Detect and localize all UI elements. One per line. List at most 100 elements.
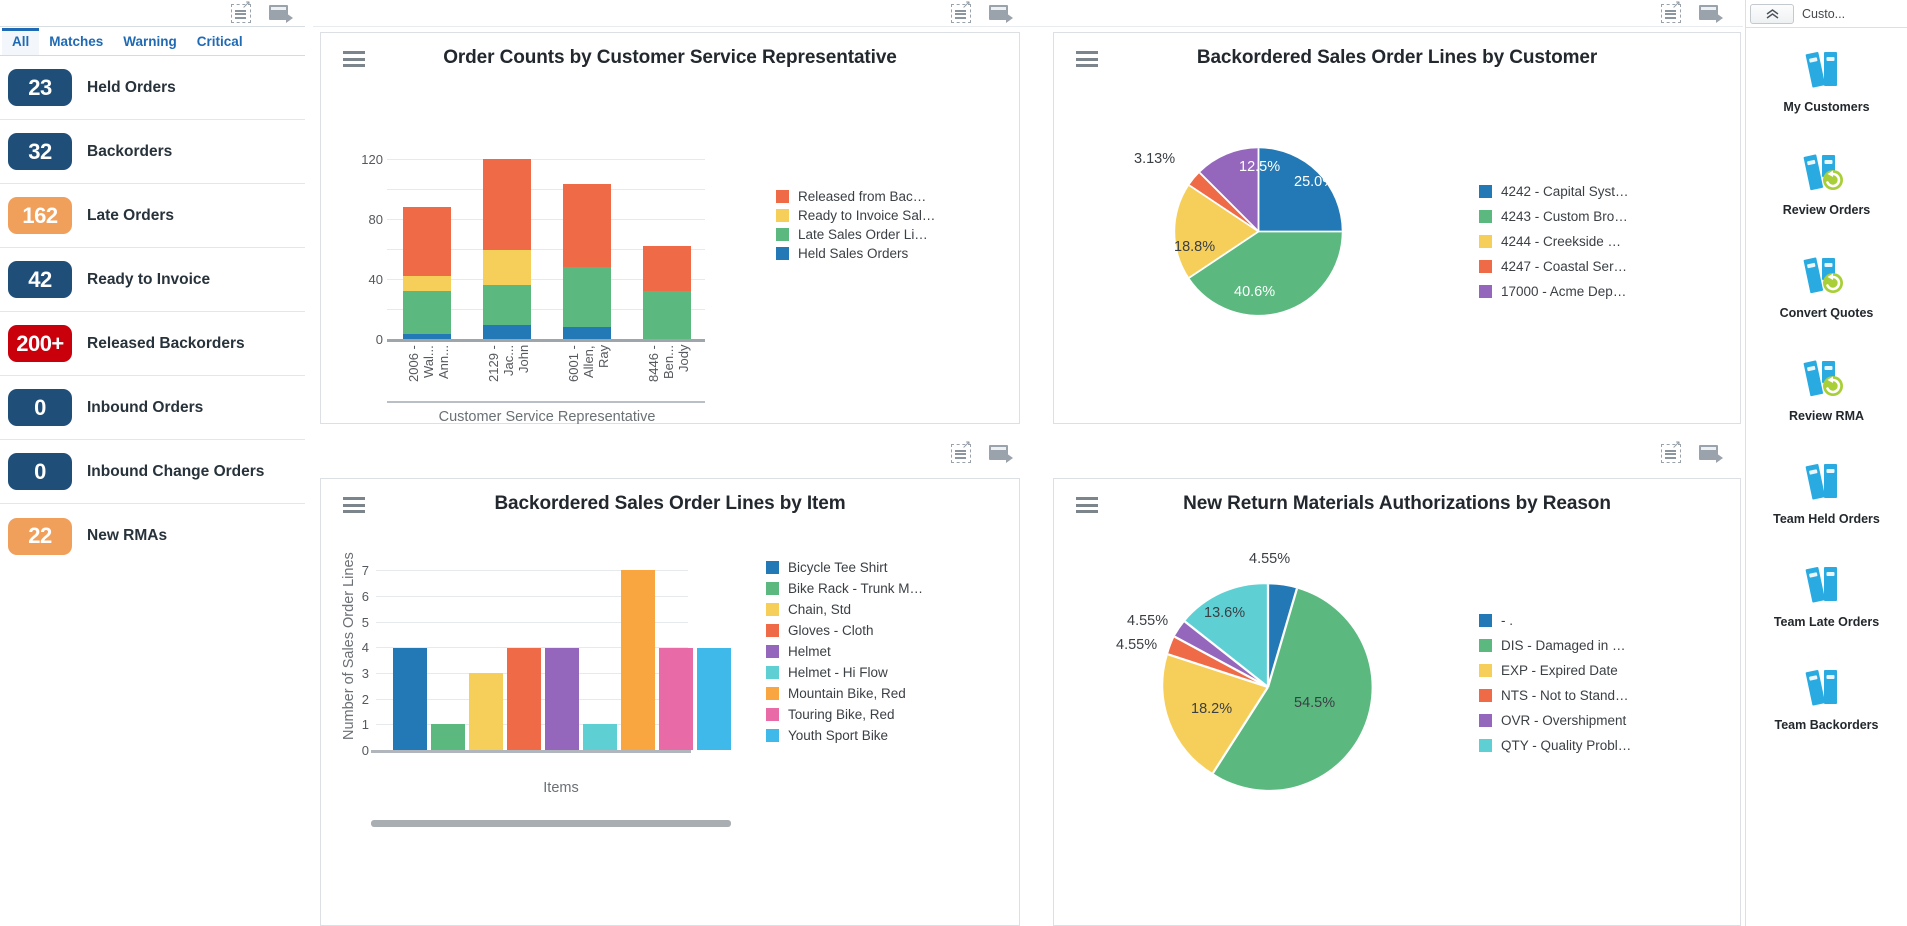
bar-helmet[interactable] [545, 648, 579, 750]
tab-warning[interactable]: Warning [113, 29, 187, 55]
legend-label: Mountain Bike, Red [788, 686, 906, 701]
bar-bike-rack-trunk[interactable] [431, 724, 465, 750]
legend-item[interactable]: NTS - Not to Stand… [1479, 688, 1631, 703]
pie-svg [1163, 584, 1372, 790]
rail-item-team-backorders[interactable]: Team Backorders [1746, 656, 1907, 759]
expand-grid-icon[interactable] [1661, 440, 1683, 464]
menu-icon[interactable] [1076, 51, 1098, 67]
legend-item[interactable]: Helmet [766, 644, 923, 659]
kpi-item-inbound-change-orders[interactable]: 0 Inbound Change Orders [0, 440, 305, 504]
legend-label: EXP - Expired Date [1501, 663, 1618, 678]
tab-matches[interactable]: Matches [39, 29, 113, 55]
rail-item-team-late-orders[interactable]: Team Late Orders [1746, 553, 1907, 656]
legend-swatch [1479, 210, 1492, 223]
legend-swatch [776, 209, 789, 222]
legend-item[interactable]: Helmet - Hi Flow [766, 665, 923, 680]
kpi-item-ready-to-invoice[interactable]: 42 Ready to Invoice [0, 248, 305, 312]
open-in-window-icon[interactable] [989, 444, 1013, 463]
bar-youth-sport-bike[interactable] [697, 648, 731, 750]
bar-8446[interactable] [643, 246, 691, 339]
chart-title: Backordered Sales Order Lines by Custome… [1196, 47, 1598, 68]
legend-label: 4243 - Custom Bro… [1501, 209, 1628, 224]
status-badge: 22 [8, 517, 72, 555]
bar-2129[interactable] [483, 159, 531, 339]
menu-icon[interactable] [343, 51, 365, 67]
books-icon [1801, 664, 1853, 710]
open-in-window-icon[interactable] [1699, 444, 1723, 463]
legend-item[interactable]: Youth Sport Bike [766, 728, 923, 743]
y-tick-label: 5 [361, 615, 369, 630]
legend-item[interactable]: Bike Rack - Trunk M… [766, 581, 923, 596]
expand-grid-icon[interactable] [231, 0, 253, 24]
legend-item[interactable]: Chain, Std [766, 602, 923, 617]
rail-item-review-orders[interactable]: Review Orders [1746, 141, 1907, 244]
bar-2006[interactable] [403, 207, 451, 339]
legend-swatch [766, 687, 779, 700]
legend-item[interactable]: - . [1479, 613, 1631, 628]
legend-item[interactable]: Late Sales Order Li… [776, 227, 935, 242]
legend-item[interactable]: Released from Bac… [776, 189, 935, 204]
legend-item[interactable]: Touring Bike, Red [766, 707, 923, 722]
legend-item[interactable]: Bicycle Tee Shirt [766, 560, 923, 575]
kpi-item-inbound-orders[interactable]: 0 Inbound Orders [0, 376, 305, 440]
kpi-item-held-orders[interactable]: 23 Held Orders [0, 56, 305, 120]
pie-chart[interactable] [1154, 573, 1382, 801]
expand-grid-icon[interactable] [951, 440, 973, 464]
legend-swatch [766, 624, 779, 637]
kpi-item-new-rmas[interactable]: 22 New RMAs [0, 504, 305, 568]
bar-6001[interactable] [563, 184, 611, 339]
tab-all[interactable]: All [2, 28, 40, 55]
kpi-item-late-orders[interactable]: 162 Late Orders [0, 184, 305, 248]
tab-critical[interactable]: Critical [187, 29, 253, 55]
chart3-toolbar [880, 440, 1025, 467]
y-tick-label: 40 [368, 272, 383, 287]
legend-item[interactable]: 4242 - Capital Syst… [1479, 184, 1629, 199]
legend-label: Chain, Std [788, 602, 852, 617]
rail-item-review-rma[interactable]: Review RMA [1746, 347, 1907, 450]
legend-item[interactable]: 4247 - Coastal Ser… [1479, 259, 1629, 274]
kpi-item-label: Released Backorders [87, 334, 245, 352]
bar-touring-bike-red[interactable] [659, 648, 693, 750]
menu-icon[interactable] [343, 497, 365, 513]
open-in-window-icon[interactable] [1699, 4, 1723, 23]
y-tick-label: 2 [361, 692, 369, 707]
legend-swatch [1479, 614, 1492, 627]
legend-item[interactable]: QTY - Quality Probl… [1479, 738, 1631, 753]
rail-item-convert-quotes[interactable]: Convert Quotes [1746, 244, 1907, 347]
collapse-rail-button[interactable] [1750, 3, 1794, 24]
legend-item[interactable]: Mountain Bike, Red [766, 686, 923, 701]
legend-item[interactable]: EXP - Expired Date [1479, 663, 1631, 678]
open-in-window-icon[interactable] [989, 4, 1013, 23]
legend-item[interactable]: DIS - Damaged in … [1479, 638, 1631, 653]
pie-slice-label: 25.0% [1294, 174, 1336, 190]
rail-item-label: Team Held Orders [1773, 512, 1880, 526]
legend-item[interactable]: OVR - Overshipment [1479, 713, 1631, 728]
pie-slice-label: 4.55% [1116, 637, 1158, 653]
bar-bicycle-tee-shirt[interactable] [393, 648, 427, 750]
rail-item-my-customers[interactable]: My Customers [1746, 38, 1907, 141]
x-axis-line [387, 339, 705, 342]
gridline [387, 189, 705, 190]
bar-chain-std[interactable] [469, 673, 503, 750]
legend-item[interactable]: Gloves - Cloth [766, 623, 923, 638]
menu-icon[interactable] [1076, 497, 1098, 513]
rail-item-team-held-orders[interactable]: Team Held Orders [1746, 450, 1907, 553]
expand-grid-icon[interactable] [951, 0, 973, 24]
expand-grid-icon[interactable] [1661, 0, 1683, 24]
bar-helmet-hi-flow[interactable] [583, 724, 617, 750]
kpi-item-label: Inbound Orders [87, 398, 204, 416]
open-in-window-icon[interactable] [269, 4, 293, 23]
chart1-toolbar [880, 0, 1025, 27]
kpi-item-released-backorders[interactable]: 200+ Released Backorders [0, 312, 305, 376]
legend-item[interactable]: Ready to Invoice Sal… [776, 208, 935, 223]
kpi-item-backorders[interactable]: 32 Backorders [0, 120, 305, 184]
y-tick-label: 80 [368, 212, 383, 227]
horizontal-scrollbar[interactable] [371, 820, 731, 827]
bar-gloves-cloth[interactable] [507, 648, 541, 750]
legend-item[interactable]: 4243 - Custom Bro… [1479, 209, 1629, 224]
legend-item[interactable]: 17000 - Acme Dep… [1479, 284, 1629, 299]
legend-item[interactable]: Held Sales Orders [776, 246, 935, 261]
legend-item[interactable]: 4244 - Creekside … [1479, 234, 1629, 249]
pie-slice-label: 18.8% [1174, 239, 1216, 255]
bar-mountain-bike-red[interactable] [621, 570, 655, 750]
